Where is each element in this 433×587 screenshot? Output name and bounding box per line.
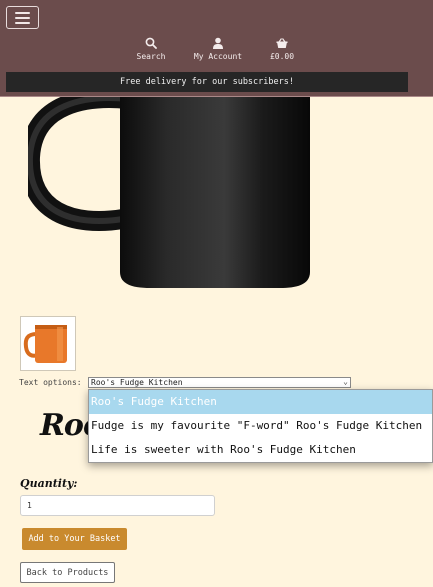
delivery-banner: Free delivery for our subscribers! <box>6 72 408 92</box>
nav-account-label: My Account <box>193 52 243 61</box>
text-option-item[interactable]: Fudge is my favourite "F-word" Roo's Fud… <box>89 414 432 438</box>
back-to-products-button[interactable]: Back to Products <box>20 562 115 583</box>
search-icon <box>145 37 157 49</box>
add-to-basket-button[interactable]: Add to Your Basket <box>22 528 127 550</box>
user-icon <box>213 37 223 49</box>
basket-icon <box>276 38 288 48</box>
quantity-label: Quantity: <box>20 477 78 490</box>
hamburger-icon-bar <box>15 21 30 24</box>
text-options-dropdown-list: Roo's Fudge Kitchen Fudge is my favourit… <box>88 389 433 463</box>
text-options-label: Text options: <box>19 378 82 387</box>
product-thumbnail[interactable] <box>20 316 76 371</box>
text-options-selected-value: Roo's Fudge Kitchen <box>91 378 183 387</box>
black-mug-image <box>28 97 310 288</box>
delivery-banner-text: Free delivery for our subscribers! <box>120 77 294 87</box>
nav-account-link[interactable]: My Account <box>190 37 246 61</box>
nav-basket-link[interactable]: £0.00 <box>266 37 298 61</box>
site-header: Search My Account £0.00 Free delivery fo… <box>0 0 433 97</box>
text-options-select[interactable]: Roo's Fudge Kitchen ⌄ <box>88 377 351 388</box>
nav-search-link[interactable]: Search <box>135 37 167 61</box>
chevron-down-icon: ⌄ <box>343 377 348 386</box>
orange-mug-image <box>21 317 75 370</box>
quantity-input[interactable]: 1 <box>20 495 215 516</box>
menu-toggle-button[interactable] <box>6 6 39 29</box>
header-nav: Search My Account £0.00 <box>0 37 433 67</box>
text-option-item[interactable]: Life is sweeter with Roo's Fudge Kitchen <box>89 438 432 462</box>
hamburger-icon-bar <box>15 16 30 19</box>
hamburger-icon-bar <box>15 11 30 14</box>
nav-search-label: Search <box>136 52 166 61</box>
nav-basket-total: £0.00 <box>269 52 295 61</box>
text-option-item[interactable]: Roo's Fudge Kitchen <box>89 390 432 414</box>
